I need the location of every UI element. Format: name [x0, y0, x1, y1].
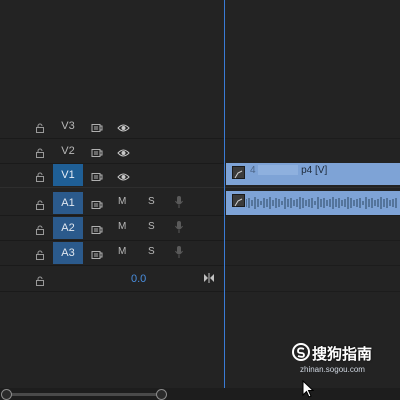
lock-icon[interactable] — [35, 273, 45, 291]
watermark-brand: 搜狗指南 — [312, 346, 373, 363]
master-track-row: 0.0 — [0, 267, 222, 292]
solo-button[interactable]: S — [148, 221, 155, 232]
video-clip-label: 4 p4 [V] — [250, 165, 327, 176]
watermark: 搜狗指南 zhinan.sogou.com — [292, 343, 396, 389]
output-icon[interactable] — [91, 197, 103, 215]
eye-icon[interactable] — [117, 145, 130, 163]
mic-icon[interactable] — [174, 195, 184, 214]
output-icon[interactable] — [91, 120, 103, 138]
eye-icon[interactable] — [117, 120, 130, 138]
track-label-a2[interactable]: A2 — [53, 217, 83, 239]
clip-name-blur — [258, 165, 299, 176]
mute-button[interactable]: M — [118, 221, 126, 232]
master-volume-value[interactable]: 0.0 — [131, 273, 146, 285]
timeline-row-a3[interactable] — [222, 241, 400, 266]
timeline-row-a2[interactable] — [222, 216, 400, 241]
audio-waveform — [246, 197, 397, 209]
fx-badge-icon — [232, 194, 245, 207]
expand-icon[interactable] — [203, 271, 215, 289]
output-icon[interactable] — [91, 169, 103, 187]
track-label-v3[interactable]: V3 — [53, 115, 83, 137]
timeline-row-v2[interactable] — [222, 139, 400, 164]
track-row-v2: V2 — [0, 139, 222, 164]
watermark-site: zhinan.sogou.com — [300, 365, 365, 374]
audio-clip[interactable] — [226, 191, 400, 215]
output-icon[interactable] — [91, 145, 103, 163]
solo-button[interactable]: S — [148, 246, 155, 257]
sogou-logo-icon — [292, 343, 310, 361]
track-label-a1[interactable]: A1 — [53, 192, 83, 214]
track-label-v1[interactable]: V1 — [53, 164, 83, 186]
track-headers-panel: V3 V2 V1 A1 M S A2 M S A3 M S 0.0 — [0, 0, 222, 400]
fx-badge-icon — [232, 166, 245, 179]
track-row-a3: A3 M S — [0, 241, 222, 266]
timeline-row-v3[interactable] — [222, 114, 400, 139]
video-audio-divider — [0, 187, 400, 188]
timeline-row-master[interactable] — [222, 267, 400, 292]
lock-icon[interactable] — [35, 169, 45, 187]
clip-obscured-prefix: 4 — [250, 165, 256, 176]
solo-button[interactable]: S — [148, 196, 155, 207]
mic-icon[interactable] — [174, 245, 184, 264]
lock-icon[interactable] — [35, 197, 45, 215]
lock-icon[interactable] — [35, 120, 45, 138]
lock-icon[interactable] — [35, 222, 45, 240]
track-row-a2: A2 M S — [0, 216, 222, 241]
eye-icon[interactable] — [117, 169, 130, 187]
clip-name-suffix: p4 [V] — [301, 165, 328, 176]
mute-button[interactable]: M — [118, 196, 126, 207]
track-label-v2[interactable]: V2 — [53, 140, 83, 162]
output-icon[interactable] — [91, 247, 103, 265]
output-icon[interactable] — [91, 222, 103, 240]
scroll-thumb[interactable] — [5, 393, 161, 396]
track-row-v3: V3 — [0, 114, 222, 139]
track-label-a3[interactable]: A3 — [53, 242, 83, 264]
horizontal-scrollbar[interactable] — [0, 388, 400, 400]
lock-icon[interactable] — [35, 247, 45, 265]
mute-button[interactable]: M — [118, 246, 126, 257]
track-row-a1: A1 M S — [0, 191, 222, 216]
mic-icon[interactable] — [174, 220, 184, 239]
track-row-v1: V1 — [0, 163, 222, 188]
scroll-handle-right[interactable] — [156, 389, 167, 400]
lock-icon[interactable] — [35, 145, 45, 163]
video-clip[interactable]: 4 p4 [V] — [226, 163, 400, 185]
scroll-handle-left[interactable] — [1, 389, 12, 400]
playhead-line[interactable] — [224, 0, 225, 388]
